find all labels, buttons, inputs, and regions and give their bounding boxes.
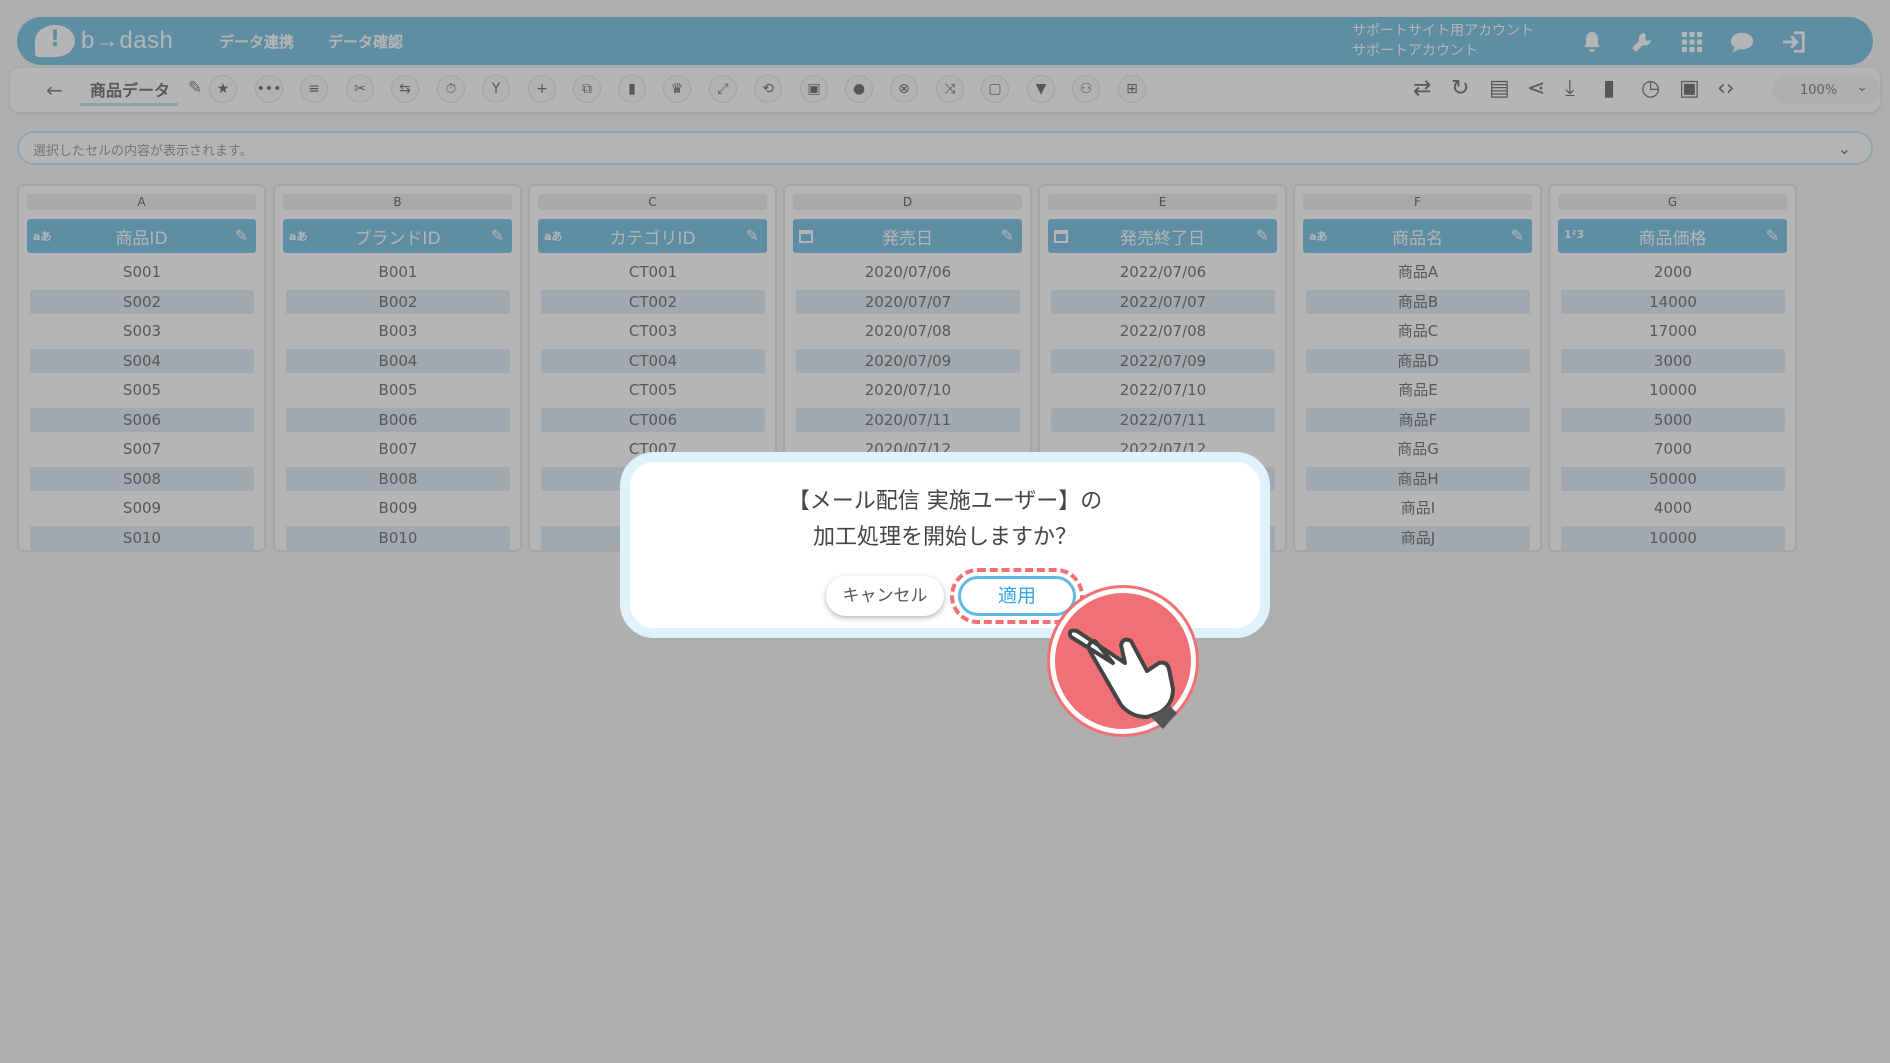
confirm-message-line2: 加工処理を開始しますか？ xyxy=(812,525,1077,550)
pointing-hand-icon xyxy=(1067,628,1177,729)
confirm-message-line1: 【メール配信 実施ユーザー】の xyxy=(787,489,1103,514)
confirm-message: 【メール配信 実施ユーザー】の 加工処理を開始しますか？ xyxy=(630,484,1260,556)
cancel-button[interactable]: キャンセル xyxy=(826,576,944,616)
tap-indicator xyxy=(1050,588,1196,734)
